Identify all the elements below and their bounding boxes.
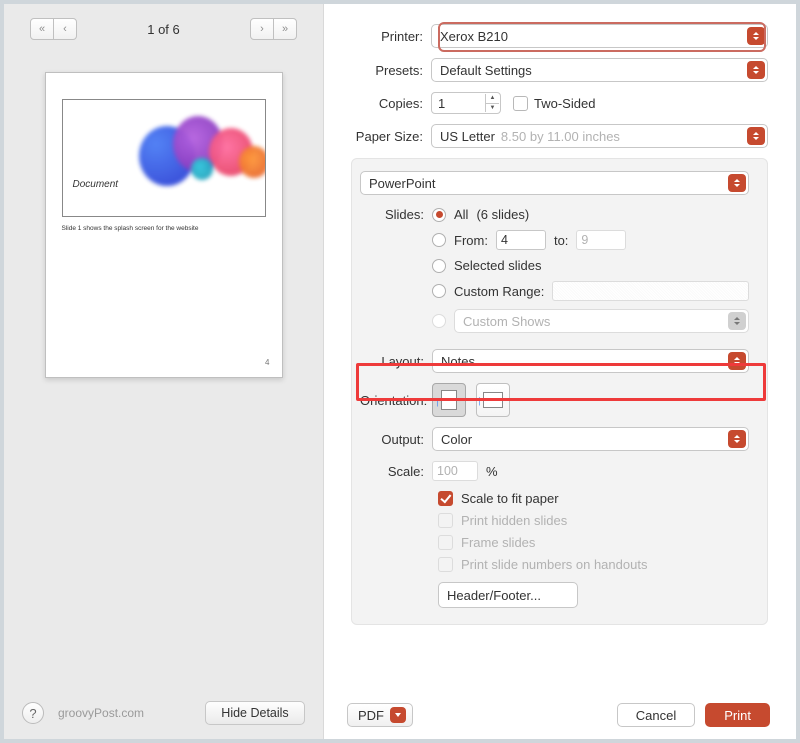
chevron-updown-icon xyxy=(728,352,746,370)
next-page-button[interactable]: › xyxy=(250,18,274,40)
preview-panel: « ‹ 1 of 6 › » Document Slide 1 shows th… xyxy=(4,4,324,739)
output-dropdown[interactable]: Color xyxy=(432,427,749,451)
chevron-updown-icon xyxy=(728,430,746,448)
last-page-button[interactable]: » xyxy=(273,18,297,40)
layout-dropdown[interactable]: Notes xyxy=(432,349,749,373)
presets-dropdown[interactable]: Default Settings xyxy=(431,58,768,82)
chevron-updown-icon xyxy=(728,174,746,192)
slides-from-label: From: xyxy=(454,233,488,248)
slides-from-radio[interactable] xyxy=(432,233,446,247)
slides-from-input[interactable]: 4 xyxy=(496,230,546,250)
pdf-label: PDF xyxy=(358,708,384,723)
print-hidden-checkbox xyxy=(438,513,453,528)
slides-selected-radio[interactable] xyxy=(432,259,446,273)
page-counter: 1 of 6 xyxy=(147,22,180,37)
print-hidden-label: Print hidden slides xyxy=(461,513,567,528)
orientation-portrait-button[interactable]: ↑ xyxy=(432,383,466,417)
chevron-down-icon xyxy=(390,707,406,723)
scale-percent: % xyxy=(486,464,498,479)
scale-label: Scale: xyxy=(360,464,432,479)
settings-panel: Printer: Xerox B210 Presets: Default Set… xyxy=(325,4,796,739)
chevron-updown-icon xyxy=(747,127,765,145)
print-slide-numbers-checkbox xyxy=(438,557,453,572)
slides-custom-range-radio[interactable] xyxy=(432,284,446,298)
two-sided-label: Two-Sided xyxy=(534,96,595,111)
paper-size-label: Paper Size: xyxy=(325,129,431,144)
printer-label: Printer: xyxy=(325,29,431,44)
presets-value: Default Settings xyxy=(440,63,532,78)
app-options-panel: PowerPoint Slides: All (6 slides) From: … xyxy=(351,158,768,625)
custom-shows-dropdown: Custom Shows xyxy=(454,309,749,333)
header-footer-button[interactable]: Header/Footer... xyxy=(438,582,578,608)
presets-label: Presets: xyxy=(325,63,431,78)
dialog-footer: PDF Cancel Print xyxy=(325,703,796,727)
orientation-landscape-button[interactable]: ↑ xyxy=(476,383,510,417)
step-up-icon[interactable]: ▲ xyxy=(485,94,499,104)
slides-label: Slides: xyxy=(360,207,432,335)
layout-value: Notes xyxy=(441,354,475,369)
copies-value: 1 xyxy=(438,96,445,111)
slide-thumbnail: Document xyxy=(62,99,266,217)
app-dropdown-value: PowerPoint xyxy=(369,176,435,191)
chevron-updown-icon xyxy=(728,312,746,330)
slides-custom-shows-radio xyxy=(432,314,446,328)
chevron-updown-icon xyxy=(747,27,765,45)
watermark-text: groovyPost.com xyxy=(58,706,144,720)
print-button[interactable]: Print xyxy=(705,703,770,727)
arrow-up-icon: ↑ xyxy=(476,392,483,408)
hide-details-button[interactable]: Hide Details xyxy=(205,701,305,725)
slides-to-input[interactable]: 9 xyxy=(576,230,626,250)
custom-shows-value: Custom Shows xyxy=(463,314,550,329)
output-label: Output: xyxy=(360,432,432,447)
page-landscape-icon xyxy=(483,392,503,408)
scale-to-fit-label: Scale to fit paper xyxy=(461,491,559,506)
page-portrait-icon xyxy=(441,390,457,410)
step-down-icon[interactable]: ▼ xyxy=(485,104,499,113)
preview-nav: « ‹ 1 of 6 › » xyxy=(4,4,323,50)
copies-label: Copies: xyxy=(325,96,431,111)
layout-label: Layout: xyxy=(360,354,432,369)
slides-selected-label: Selected slides xyxy=(454,258,541,273)
prev-page-button[interactable]: ‹ xyxy=(53,18,77,40)
orientation-label: Orientation: xyxy=(360,393,432,408)
frame-slides-checkbox xyxy=(438,535,453,550)
paper-size-dropdown[interactable]: US Letter 8.50 by 11.00 inches xyxy=(431,124,768,148)
printer-value: Xerox B210 xyxy=(440,29,508,44)
frame-slides-label: Frame slides xyxy=(461,535,535,550)
slides-to-label: to: xyxy=(554,233,568,248)
slides-custom-range-input[interactable] xyxy=(552,281,749,301)
pdf-dropdown-button[interactable]: PDF xyxy=(347,703,413,727)
slide-notes-text: Slide 1 shows the splash screen for the … xyxy=(62,225,266,232)
print-slide-numbers-label: Print slide numbers on handouts xyxy=(461,557,647,572)
slides-all-count: (6 slides) xyxy=(476,207,529,222)
splash-graphic xyxy=(131,106,260,206)
cancel-button[interactable]: Cancel xyxy=(617,703,695,727)
header-footer-label: Header/Footer... xyxy=(447,588,541,603)
two-sided-checkbox[interactable] xyxy=(513,96,528,111)
scale-input: 100 xyxy=(432,461,478,481)
arrow-up-icon: ↑ xyxy=(434,393,441,409)
printer-dropdown[interactable]: Xerox B210 xyxy=(431,24,768,48)
chevron-updown-icon xyxy=(747,61,765,79)
slides-custom-range-label: Custom Range: xyxy=(454,284,544,299)
slides-all-label: All xyxy=(454,207,468,222)
preview-page-number: 4 xyxy=(265,358,269,367)
slide-title-text: Document xyxy=(73,179,119,190)
first-page-button[interactable]: « xyxy=(30,18,54,40)
slides-all-radio[interactable] xyxy=(432,208,446,222)
print-preview-page: Document Slide 1 shows the splash screen… xyxy=(45,72,283,378)
scale-to-fit-checkbox[interactable] xyxy=(438,491,453,506)
copies-stepper[interactable]: 1 ▲▼ xyxy=(431,92,501,114)
help-button[interactable]: ? xyxy=(22,702,44,724)
paper-size-detail: 8.50 by 11.00 inches xyxy=(501,129,620,144)
output-value: Color xyxy=(441,432,472,447)
paper-size-value: US Letter xyxy=(440,129,495,144)
app-dropdown[interactable]: PowerPoint xyxy=(360,171,749,195)
